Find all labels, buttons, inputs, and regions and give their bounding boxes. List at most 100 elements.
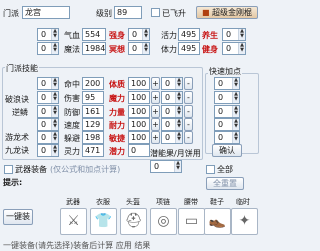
stamina-attr-spin[interactable]: 0 ▲ ▼ — [222, 42, 246, 55]
level-field[interactable]: 89 — [114, 6, 142, 19]
mp-attr-label: 冥想 — [109, 45, 125, 54]
increase-button[interactable]: + — [151, 105, 160, 118]
increase-button[interactable]: + — [151, 77, 160, 90]
decrease-button[interactable]: - — [184, 91, 193, 104]
sect-label: 门派 — [3, 9, 19, 18]
shoes-slot-icon[interactable]: 👞 — [204, 208, 231, 235]
spin-arrows-icon[interactable]: ▲ ▼ — [51, 119, 58, 130]
mp-left-spin[interactable]: 0 ▲ ▼ — [37, 42, 59, 55]
armor-slot-icon[interactable]: 👕 — [90, 208, 117, 235]
attr-add-spin[interactable]: 0 ▲ ▼ — [161, 118, 183, 131]
quick-add-spin[interactable]: 0 ▲ ▼ — [214, 105, 240, 118]
weapon-slot-icon[interactable]: ⚔ — [60, 208, 87, 235]
decrease-button[interactable]: - — [184, 105, 193, 118]
chaoyuan-icon: ■ — [201, 8, 210, 17]
hp-attr-label: 强身 — [109, 31, 125, 40]
spin-arrows-icon[interactable]: ▲ ▼ — [51, 78, 58, 89]
spin-arrows-icon[interactable]: ▲ ▼ — [175, 92, 182, 103]
hp-left-spin[interactable]: 0 ▲ ▼ — [37, 28, 59, 41]
attr-add-spin[interactable]: 0 ▲ ▼ — [161, 91, 183, 104]
equip-slot-label: 临时 — [236, 198, 250, 206]
formula-note: (仅公式和加点计算) — [50, 165, 121, 174]
spin-arrows-icon[interactable]: ▲ ▼ — [238, 29, 245, 40]
decrease-button[interactable]: - — [184, 118, 193, 131]
spin-arrows-icon[interactable]: ▲ ▼ — [232, 119, 239, 130]
combat-label: 灵力 — [64, 147, 80, 156]
spin-arrows-icon[interactable]: ▲ ▼ — [174, 161, 181, 172]
chaoyuan-button[interactable]: ■ 超级金刚棍 — [196, 6, 258, 19]
spin-arrows-icon[interactable]: ▲ ▼ — [51, 43, 58, 54]
skill-spin[interactable]: 0 ▲ ▼ — [37, 91, 59, 104]
skill-spin[interactable]: 0 ▲ ▼ — [37, 118, 59, 131]
chaoyuan-button-label: 超级金刚棍 — [212, 8, 253, 17]
spin-arrows-icon[interactable]: ▲ ▼ — [232, 92, 239, 103]
weapon-checkbox[interactable] — [4, 165, 13, 174]
sect-field[interactable]: 龙宫 — [22, 6, 70, 19]
spin-arrows-icon[interactable]: ▲ ▼ — [232, 106, 239, 117]
spin-arrows-icon[interactable]: ▲ ▼ — [51, 132, 58, 143]
equip-slot-label: 武器 — [66, 198, 80, 206]
spin-arrows-icon[interactable]: ▲ ▼ — [51, 29, 58, 40]
reset-all-checkbox[interactable] — [206, 165, 215, 174]
spin-arrows-icon[interactable]: ▲ ▼ — [238, 43, 245, 54]
combat-label: 躲避 — [64, 134, 80, 143]
stamina-field: 495 — [178, 42, 200, 55]
footer-text: 一键装备(请先选择)装备后计算 应用 结果 — [3, 241, 151, 250]
attr-label: 体质 — [109, 80, 125, 89]
increase-button[interactable]: + — [151, 91, 160, 104]
spin-arrows-icon[interactable]: ▲ ▼ — [51, 145, 58, 156]
spin-arrows-icon[interactable]: ▲ ▼ — [51, 92, 58, 103]
skill-spin[interactable]: 0 ▲ ▼ — [37, 131, 59, 144]
attr-add-spin[interactable]: 0 ▲ ▼ — [161, 77, 183, 90]
skill-spin[interactable]: 0 ▲ ▼ — [37, 77, 59, 90]
spin-arrows-icon[interactable]: ▲ ▼ — [175, 78, 182, 89]
attr-value: 100 — [128, 118, 150, 131]
spin-arrows-icon[interactable]: ▲ ▼ — [175, 106, 182, 117]
reset-button[interactable]: 全重置 — [206, 177, 244, 190]
increase-button[interactable]: + — [151, 118, 160, 131]
spin-arrows-icon[interactable]: ▲ ▼ — [232, 78, 239, 89]
combat-value: 471 — [82, 144, 104, 157]
quick-add-spin[interactable]: 0 ▲ ▼ — [214, 118, 240, 131]
hp-attr-spin[interactable]: 0 ▲ ▼ — [128, 28, 150, 41]
ascended-checkbox[interactable] — [151, 8, 160, 17]
spin-arrows-icon[interactable]: ▲ ▼ — [142, 29, 149, 40]
mp-label: 魔法 — [64, 45, 80, 54]
vitality-attr-spin[interactable]: 0 ▲ ▼ — [222, 28, 246, 41]
attr-label: 魔力 — [109, 94, 125, 103]
attr-add-spin[interactable]: 0 ▲ ▼ — [161, 131, 183, 144]
skill-name: 游龙术 — [5, 133, 29, 142]
spin-arrows-icon[interactable]: ▲ ▼ — [232, 132, 239, 143]
stamina-label: 体力 — [161, 45, 177, 54]
spin-arrows-icon[interactable]: ▲ ▼ — [175, 132, 182, 143]
spin-arrows-icon[interactable]: ▲ ▼ — [51, 106, 58, 117]
level-label: 级别 — [96, 9, 112, 18]
helmet-slot-icon[interactable]: ⛑ — [120, 208, 147, 235]
mp-attr-spin[interactable]: 0 ▲ ▼ — [128, 42, 150, 55]
skill-spin[interactable]: 0 ▲ ▼ — [37, 144, 59, 157]
reset-all-label: 全部 — [217, 165, 233, 174]
necklace-slot-icon[interactable]: ◎ — [150, 208, 177, 235]
decrease-button[interactable]: - — [184, 131, 193, 144]
quick-add-spin[interactable]: 0 ▲ ▼ — [214, 77, 240, 90]
combat-label: 伤害 — [64, 94, 80, 103]
spin-arrows-icon[interactable]: ▲ ▼ — [175, 119, 182, 130]
quick-add-spin[interactable]: 0 ▲ ▼ — [214, 131, 240, 144]
spin-arrows-icon[interactable]: ▲ ▼ — [142, 43, 149, 54]
skill-spin[interactable]: 0 ▲ ▼ — [37, 105, 59, 118]
increase-button[interactable]: + — [151, 131, 160, 144]
stamina-attr-label: 健身 — [202, 45, 218, 54]
one-key-equip-button[interactable]: 一键装 — [3, 209, 33, 225]
mooncake-spin[interactable]: 0 ▲ ▼ — [150, 160, 182, 173]
attr-value: 100 — [128, 105, 150, 118]
mp-field: 1984 — [82, 42, 106, 55]
confirm-button[interactable]: 确认 — [212, 144, 242, 157]
decrease-button[interactable]: - — [184, 77, 193, 90]
vitality-attr-label: 养生 — [202, 31, 218, 40]
quick-add-spin[interactable]: 0 ▲ ▼ — [214, 91, 240, 104]
belt-slot-icon[interactable]: ▭ — [178, 208, 205, 235]
combat-value: 95 — [82, 91, 104, 104]
attr-add-spin[interactable]: 0 ▲ ▼ — [161, 105, 183, 118]
combat-value: 200 — [82, 77, 104, 90]
temp-slot-icon[interactable]: ✦ — [231, 208, 258, 235]
